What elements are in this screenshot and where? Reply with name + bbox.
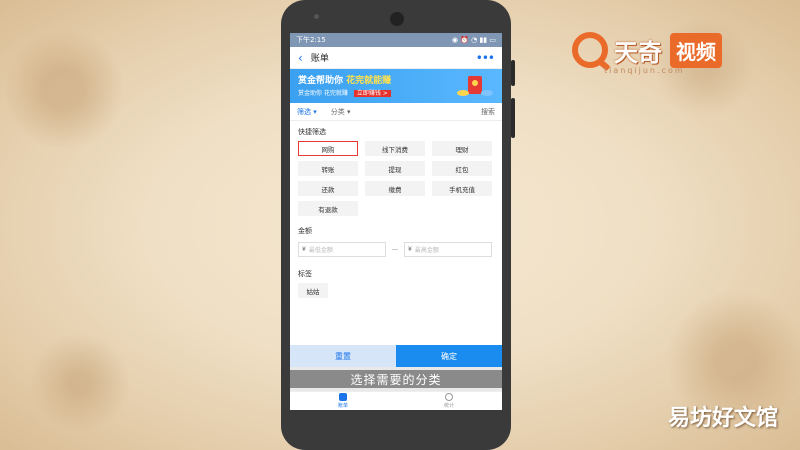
red-envelope-icon: [457, 76, 493, 96]
video-caption: 选择需要的分类: [290, 370, 502, 388]
chevron-left-icon[interactable]: ‹: [298, 51, 303, 65]
header-bar: ‹ 账单 •••: [290, 47, 502, 69]
promo-banner[interactable]: 赏金帮助你 花完就能赚 赏金助你 花完就赚 立即赚钱 >: [290, 69, 502, 103]
banner-cta-button[interactable]: 立即赚钱 >: [353, 90, 391, 97]
chip-withdraw[interactable]: 提现: [365, 161, 425, 176]
quick-filter-label: 快捷筛选: [298, 128, 326, 136]
power-button: [511, 98, 515, 138]
phone-sensor: [314, 14, 319, 19]
amount-label: 金额: [298, 227, 312, 235]
status-bar: 下午2:15 ◉ ⏰ ◔ ▮▮ ▭: [290, 33, 502, 47]
min-amount-field[interactable]: ¥ 最低金额: [298, 242, 386, 257]
search-button[interactable]: 搜索: [481, 107, 495, 117]
max-amount-field[interactable]: ¥ 最高金额: [404, 242, 492, 257]
bottom-tab-bar: 账单 统计: [290, 391, 502, 410]
quick-filter-grid: 网购 线下消费 理财 转账 提现 红包 还款 缴费 手机充值 有退款: [290, 141, 502, 216]
logo-name: 天奇: [614, 38, 662, 67]
status-time: 下午2:15: [296, 36, 326, 44]
reset-button[interactable]: 重置: [290, 345, 396, 367]
banner-subtext: 赏金助你 花完就赚: [298, 90, 348, 97]
tag-chip[interactable]: 姑姑: [298, 283, 328, 298]
status-icons: ◉ ⏰ ◔ ▮▮ ▭: [451, 36, 496, 44]
phone-screen: 下午2:15 ◉ ⏰ ◔ ▮▮ ▭ ‹ 账单 ••• 赏金帮助你 花完就能赚 赏…: [290, 33, 502, 410]
more-button[interactable]: •••: [476, 51, 495, 65]
banner-headline-highlight: 花完就能赚: [346, 76, 392, 86]
range-divider: [392, 249, 398, 250]
banner-headline-prefix: 赏金帮助你: [298, 76, 344, 86]
category-tab[interactable]: 分类 ▾: [331, 107, 351, 117]
chip-offline-spending[interactable]: 线下消费: [365, 141, 425, 156]
logo-url: tianqijun.com: [604, 66, 685, 75]
chip-phone-topup[interactable]: 手机充值: [432, 181, 492, 196]
bill-icon: [339, 393, 347, 401]
brand-logo: 天奇 视频: [572, 30, 748, 70]
phone-camera: [390, 12, 404, 26]
filter-tab[interactable]: 筛选 ▾: [297, 107, 317, 117]
tab-bills[interactable]: 账单: [290, 392, 396, 410]
filter-bar: 筛选 ▾ 分类 ▾ 搜索: [290, 103, 502, 121]
chip-bill-payment[interactable]: 缴费: [365, 181, 425, 196]
volume-button: [511, 60, 515, 86]
clock-icon: [445, 393, 453, 401]
chip-transfer[interactable]: 转账: [298, 161, 358, 176]
tab-statistics[interactable]: 统计: [396, 392, 502, 410]
confirm-button[interactable]: 确定: [396, 345, 502, 367]
chip-red-packet[interactable]: 红包: [432, 161, 492, 176]
logo-video-badge: 视频: [670, 32, 722, 68]
tags-label: 标签: [298, 270, 312, 278]
chip-refunded[interactable]: 有退款: [298, 201, 358, 216]
chip-repayment[interactable]: 还款: [298, 181, 358, 196]
page-title: 账单: [310, 54, 329, 64]
amount-range: ¥ 最低金额 ¥ 最高金额: [290, 240, 502, 259]
chip-finance[interactable]: 理财: [432, 141, 492, 156]
chip-online-shopping[interactable]: 网购: [298, 141, 358, 156]
action-bar: 重置 确定: [290, 345, 502, 367]
logo-mark-icon: [572, 32, 608, 68]
watermark: 易坊好文馆: [667, 406, 778, 431]
